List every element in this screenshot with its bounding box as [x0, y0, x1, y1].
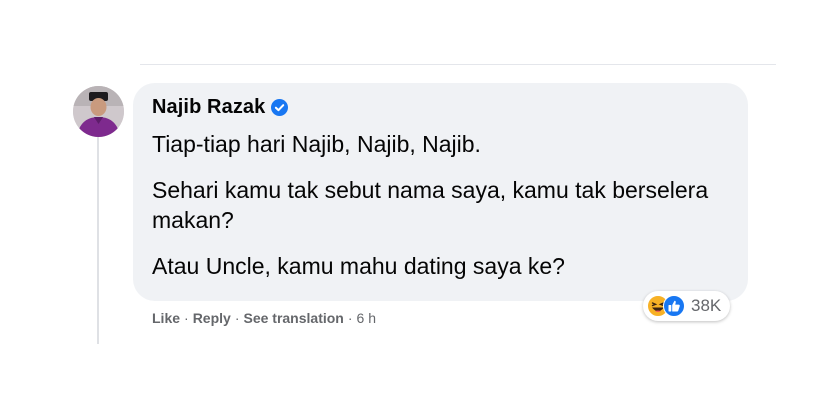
like-icon — [663, 295, 685, 317]
comment-text: Tiap-tiap hari Najib, Najib, Najib. Seha… — [152, 129, 732, 297]
author-row: Najib Razak — [152, 96, 289, 119]
verified-badge-icon — [271, 99, 289, 116]
reaction-count: 38K — [691, 296, 722, 315]
comment-paragraph: Tiap-tiap hari Najib, Najib, Najib. — [152, 131, 481, 157]
comment-bubble: Najib Razak Tiap-tiap hari Najib, Najib,… — [133, 83, 748, 301]
comment-actions: Like · Reply · See translation · 6 h — [152, 310, 376, 326]
comment-paragraph: Sehari kamu tak sebut nama saya, kamu ta… — [152, 177, 709, 233]
reply-button[interactable]: Reply — [193, 310, 231, 326]
avatar-image — [73, 86, 124, 137]
like-button[interactable]: Like — [152, 310, 180, 326]
comment-paragraph: Atau Uncle, kamu mahu dating saya ke? — [152, 253, 565, 279]
separator: · — [184, 310, 189, 326]
reaction-icons — [647, 295, 685, 317]
divider — [140, 64, 776, 65]
comment-thread: Najib Razak Tiap-tiap hari Najib, Najib,… — [0, 0, 829, 400]
reactions-summary[interactable]: 38K — [643, 291, 731, 321]
author-name[interactable]: Najib Razak — [152, 96, 265, 119]
avatar[interactable] — [73, 86, 124, 137]
see-translation-link[interactable]: See translation — [243, 310, 343, 326]
separator: · — [234, 310, 240, 326]
comment-timestamp[interactable]: 6 h — [357, 310, 376, 326]
thread-line — [97, 132, 99, 344]
separator: · — [347, 310, 353, 326]
